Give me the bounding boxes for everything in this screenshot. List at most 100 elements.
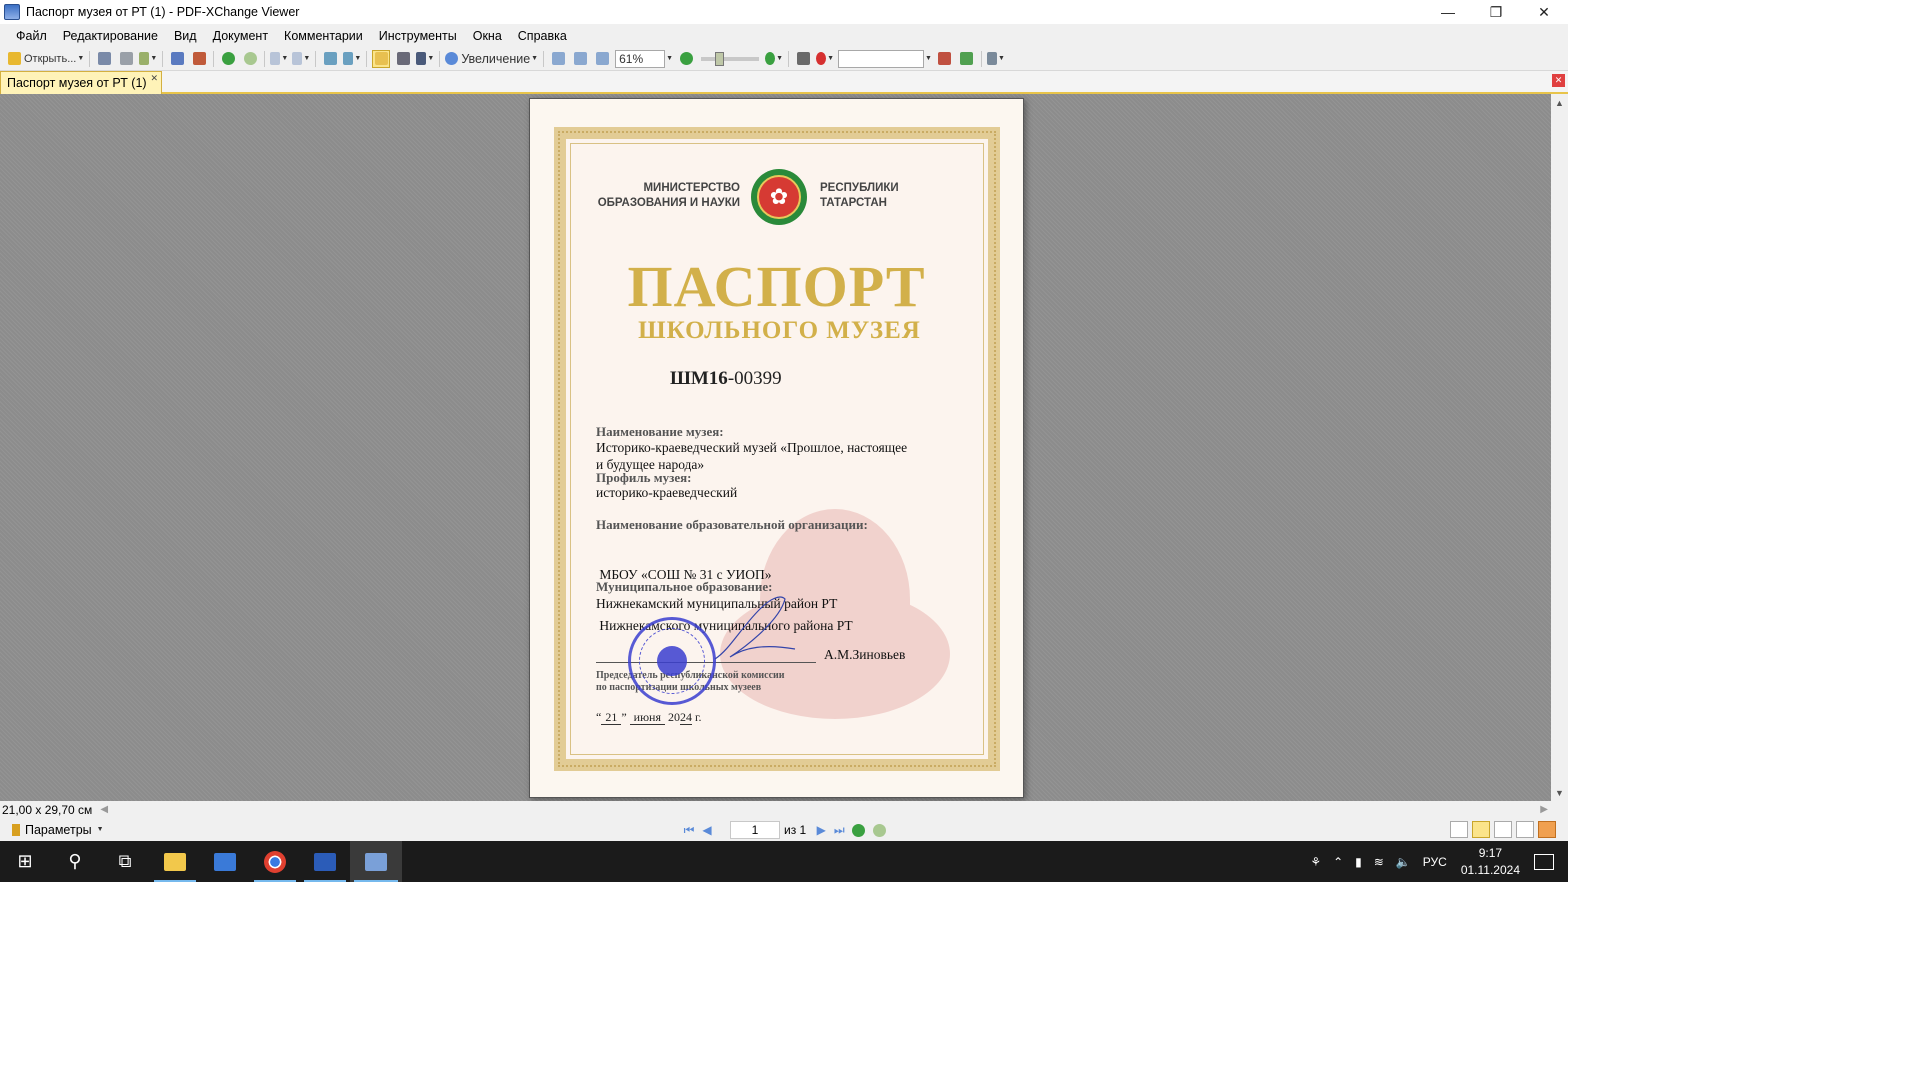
redo-button[interactable]: ▼ xyxy=(292,50,310,68)
undo-button[interactable]: ▼ xyxy=(270,50,288,68)
ministry-line2: ОБРАЗОВАНИЯ И НАУКИ xyxy=(597,197,740,209)
zoom-input[interactable]: 61% xyxy=(615,49,666,68)
snapshot-button[interactable] xyxy=(394,50,412,68)
last-page-icon[interactable]: ⏭ xyxy=(830,821,848,839)
back-button[interactable] xyxy=(219,50,237,68)
task-view-button[interactable]: ⧉ xyxy=(100,841,150,882)
facing-pages-icon[interactable] xyxy=(1494,821,1512,838)
nav-forward-icon[interactable] xyxy=(873,823,887,837)
taskbar-file-explorer[interactable] xyxy=(150,841,200,882)
people-icon[interactable]: ⚘ xyxy=(1310,855,1321,869)
menu-comments[interactable]: Комментарии xyxy=(276,29,371,43)
rotate-right-button[interactable]: ▼ xyxy=(343,50,361,68)
menu-tools[interactable]: Инструменты xyxy=(371,29,465,43)
settings-button[interactable]: ▼ xyxy=(986,50,1005,68)
taskbar-chrome[interactable] xyxy=(250,841,300,882)
forward-button[interactable] xyxy=(241,50,259,68)
zoom-in-button[interactable]: ▼ xyxy=(765,50,783,68)
minimize-button[interactable]: — xyxy=(1424,0,1472,24)
ocr-button[interactable] xyxy=(190,50,208,68)
taskbar-word[interactable] xyxy=(300,841,350,882)
fit-page-button[interactable] xyxy=(571,50,589,68)
rotate-left-icon xyxy=(323,52,337,65)
comment-button[interactable]: ▼ xyxy=(816,50,834,68)
tab-close-icon[interactable]: ✕ xyxy=(150,73,158,84)
next-page-icon[interactable]: ▶ xyxy=(812,821,830,839)
scan-icon xyxy=(170,52,184,65)
open-button-label: Открыть... xyxy=(24,52,77,65)
search-button[interactable]: ⚲ xyxy=(50,841,100,882)
search-next-button[interactable] xyxy=(958,50,976,68)
vertical-scrollbar[interactable]: ▲ ▼ xyxy=(1551,94,1568,801)
pdf-page[interactable]: МИНИСТЕРСТВО ОБРАЗОВАНИЯ И НАУКИ ✿ РЕСПУ… xyxy=(529,98,1024,798)
battery-icon[interactable]: ▮ xyxy=(1355,855,1362,869)
search-input[interactable] xyxy=(838,49,925,68)
taskbar-pdf-xchange[interactable] xyxy=(350,841,402,882)
scan-button[interactable] xyxy=(168,50,186,68)
chevron-down-icon: ▼ xyxy=(150,55,158,62)
republic-line2: ТАТАРСТАН xyxy=(820,197,887,209)
pdf-viewer-app-icon[interactable] xyxy=(4,4,20,20)
toolbar-separator xyxy=(366,50,368,67)
email-button[interactable]: ▼ xyxy=(139,50,157,68)
search-field[interactable]: ▼ xyxy=(838,49,932,68)
minus-icon xyxy=(679,52,693,65)
hand-tool-button[interactable] xyxy=(372,49,391,68)
signer-name: А.М.Зиновьев xyxy=(824,647,906,662)
continuous-facing-icon[interactable] xyxy=(1516,821,1534,838)
menu-edit[interactable]: Редактирование xyxy=(55,29,166,43)
zoom-slider[interactable] xyxy=(701,51,760,66)
clock[interactable]: 9:17 01.11.2024 xyxy=(1461,845,1520,879)
select-text-button[interactable]: ▼ xyxy=(416,50,434,68)
nav-back-icon[interactable] xyxy=(852,823,866,837)
menu-windows[interactable]: Окна xyxy=(465,29,510,43)
chevron-up-icon[interactable]: ⌃ xyxy=(1333,855,1343,869)
close-button[interactable]: ✕ xyxy=(1520,0,1568,24)
binoculars-icon xyxy=(796,52,810,65)
continuous-page-icon[interactable] xyxy=(1472,821,1490,838)
print-button[interactable] xyxy=(117,50,135,68)
hand-options-icon[interactable] xyxy=(1538,821,1556,838)
language-indicator[interactable]: РУС xyxy=(1423,855,1447,869)
menu-document[interactable]: Документ xyxy=(205,29,276,43)
volume-icon[interactable]: 🔈 xyxy=(1396,855,1411,869)
scroll-left-icon[interactable]: ◀ xyxy=(100,804,108,815)
start-button[interactable]: ⊞ xyxy=(0,841,50,882)
scroll-down-icon[interactable]: ▼ xyxy=(1551,784,1568,801)
search-prev-button[interactable] xyxy=(936,50,954,68)
actual-size-button[interactable] xyxy=(549,50,567,68)
menu-file[interactable]: Файл xyxy=(8,29,55,43)
open-button[interactable]: Открыть... ▼ xyxy=(8,50,84,68)
zoom-tool-label: Увеличение xyxy=(461,51,531,66)
zoom-tool-button[interactable]: Увеличение ▼ xyxy=(445,50,538,68)
close-document-icon[interactable]: ✕ xyxy=(1552,74,1565,87)
scroll-up-icon[interactable]: ▲ xyxy=(1551,94,1568,111)
fit-width-button[interactable] xyxy=(593,50,611,68)
find-button[interactable] xyxy=(794,50,812,68)
notifications-icon[interactable] xyxy=(1534,853,1554,870)
taskbar-outlook[interactable] xyxy=(200,841,250,882)
params-button[interactable]: Параметры ▼ xyxy=(12,823,104,837)
restore-button[interactable]: ❐ xyxy=(1472,0,1520,24)
handwritten-signature xyxy=(714,596,796,660)
first-page-icon[interactable]: ⏮ xyxy=(680,821,698,839)
rotate-left-button[interactable] xyxy=(321,50,339,68)
prev-page-icon[interactable]: ◀ xyxy=(698,821,716,839)
page-number-input[interactable]: 1 xyxy=(730,821,780,839)
menu-view[interactable]: Вид xyxy=(166,29,205,43)
save-button[interactable] xyxy=(95,50,113,68)
single-page-icon[interactable] xyxy=(1450,821,1468,838)
system-tray: ⚘ ⌃ ▮ ≋ 🔈 РУС 9:17 01.11.2024 xyxy=(1304,841,1568,882)
zoom-out-button[interactable] xyxy=(677,50,695,68)
museum-name-value: Историко-краеведческий музей «Прошлое, н… xyxy=(596,439,956,473)
scroll-right-icon[interactable]: ▶ xyxy=(1540,804,1548,815)
wifi-icon[interactable]: ≋ xyxy=(1374,855,1384,869)
comment-icon xyxy=(816,52,827,65)
zoom-select[interactable]: 61% ▼ xyxy=(615,49,673,68)
search-next-icon xyxy=(960,52,974,65)
flag-icon xyxy=(12,823,20,836)
chevron-down-icon: ▼ xyxy=(427,55,435,62)
chevron-down-icon: ▼ xyxy=(303,55,311,62)
menu-help[interactable]: Справка xyxy=(510,29,575,43)
tab-document[interactable]: Паспорт музея от РТ (1) ✕ xyxy=(0,71,162,94)
